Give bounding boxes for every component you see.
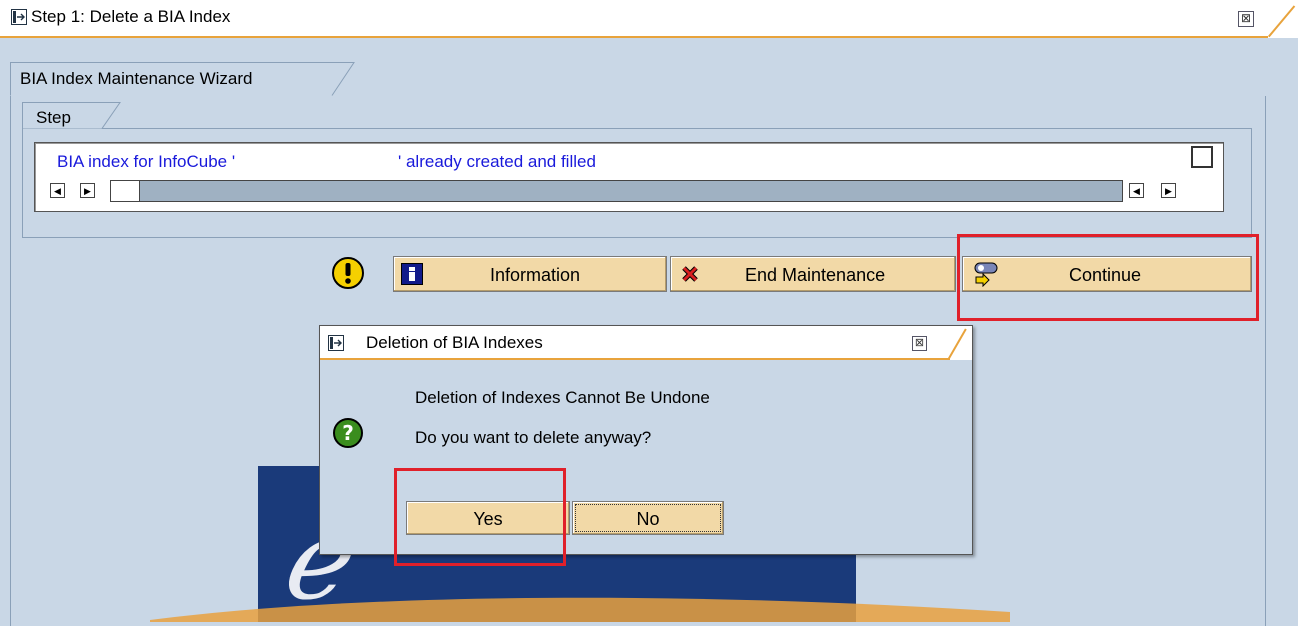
question-icon: ?	[333, 418, 363, 448]
window-title: Step 1: Delete a BIA Index	[31, 7, 231, 26]
titlebar-accent-slash	[1268, 5, 1296, 38]
window-close-icon[interactable]: ⊠	[1238, 11, 1254, 27]
step-text-part-2: ' already created and filled	[398, 152, 596, 171]
window-titlebar: Step 1: Delete a BIA Index ⊠	[0, 0, 1298, 38]
info-icon	[401, 263, 423, 285]
scroll-end-left-icon[interactable]: ◀	[1129, 183, 1144, 198]
dialog-message-line-2: Do you want to delete anyway?	[415, 428, 652, 447]
step-group-label: Step	[36, 108, 71, 127]
yes-button[interactable]: Yes	[406, 501, 570, 535]
scrollbar-thumb[interactable]	[110, 180, 140, 202]
cancel-x-icon	[682, 266, 698, 282]
warning-icon	[332, 257, 364, 289]
horizontal-scrollbar[interactable]	[110, 180, 1123, 202]
dialog-title: Deletion of BIA Indexes	[366, 333, 543, 352]
scroll-right-icon[interactable]: ▶	[80, 183, 95, 198]
dialog-message-line-1: Deletion of Indexes Cannot Be Undone	[415, 388, 710, 407]
end-maintenance-button-label: End Maintenance	[745, 265, 886, 285]
wizard-title: BIA Index Maintenance Wizard	[20, 69, 253, 88]
information-button-label: Information	[490, 265, 581, 285]
end-maintenance-button[interactable]: End Maintenance	[670, 256, 956, 292]
continue-button[interactable]: Continue	[962, 256, 1252, 292]
no-button[interactable]: No	[572, 501, 724, 535]
logo-swoosh	[150, 597, 1010, 622]
dialog-accent-slash	[948, 328, 967, 359]
yes-button-label: Yes	[473, 509, 503, 529]
no-button-label: No	[636, 509, 660, 529]
dialog-close-icon[interactable]: ⊠	[912, 336, 927, 351]
dialog-menu-icon[interactable]	[328, 335, 344, 351]
svg-text:?: ?	[342, 421, 354, 445]
window-menu-icon[interactable]	[11, 9, 27, 25]
dialog-titlebar: Deletion of BIA Indexes ⊠	[320, 326, 972, 360]
step-checkbox[interactable]	[1191, 146, 1213, 168]
scroll-left-icon[interactable]: ◀	[50, 183, 65, 198]
dialog-accent-line	[320, 358, 950, 360]
continue-button-label: Continue	[1069, 265, 1142, 285]
titlebar-accent-line	[0, 36, 1268, 38]
step-text-part-1: BIA index for InfoCube '	[57, 152, 236, 171]
deletion-dialog: Deletion of BIA Indexes ⊠ ? Deletion of …	[319, 325, 973, 555]
information-button[interactable]: Information	[393, 256, 667, 292]
scroll-end-right-icon[interactable]: ▶	[1161, 183, 1176, 198]
continue-icon	[974, 262, 998, 287]
